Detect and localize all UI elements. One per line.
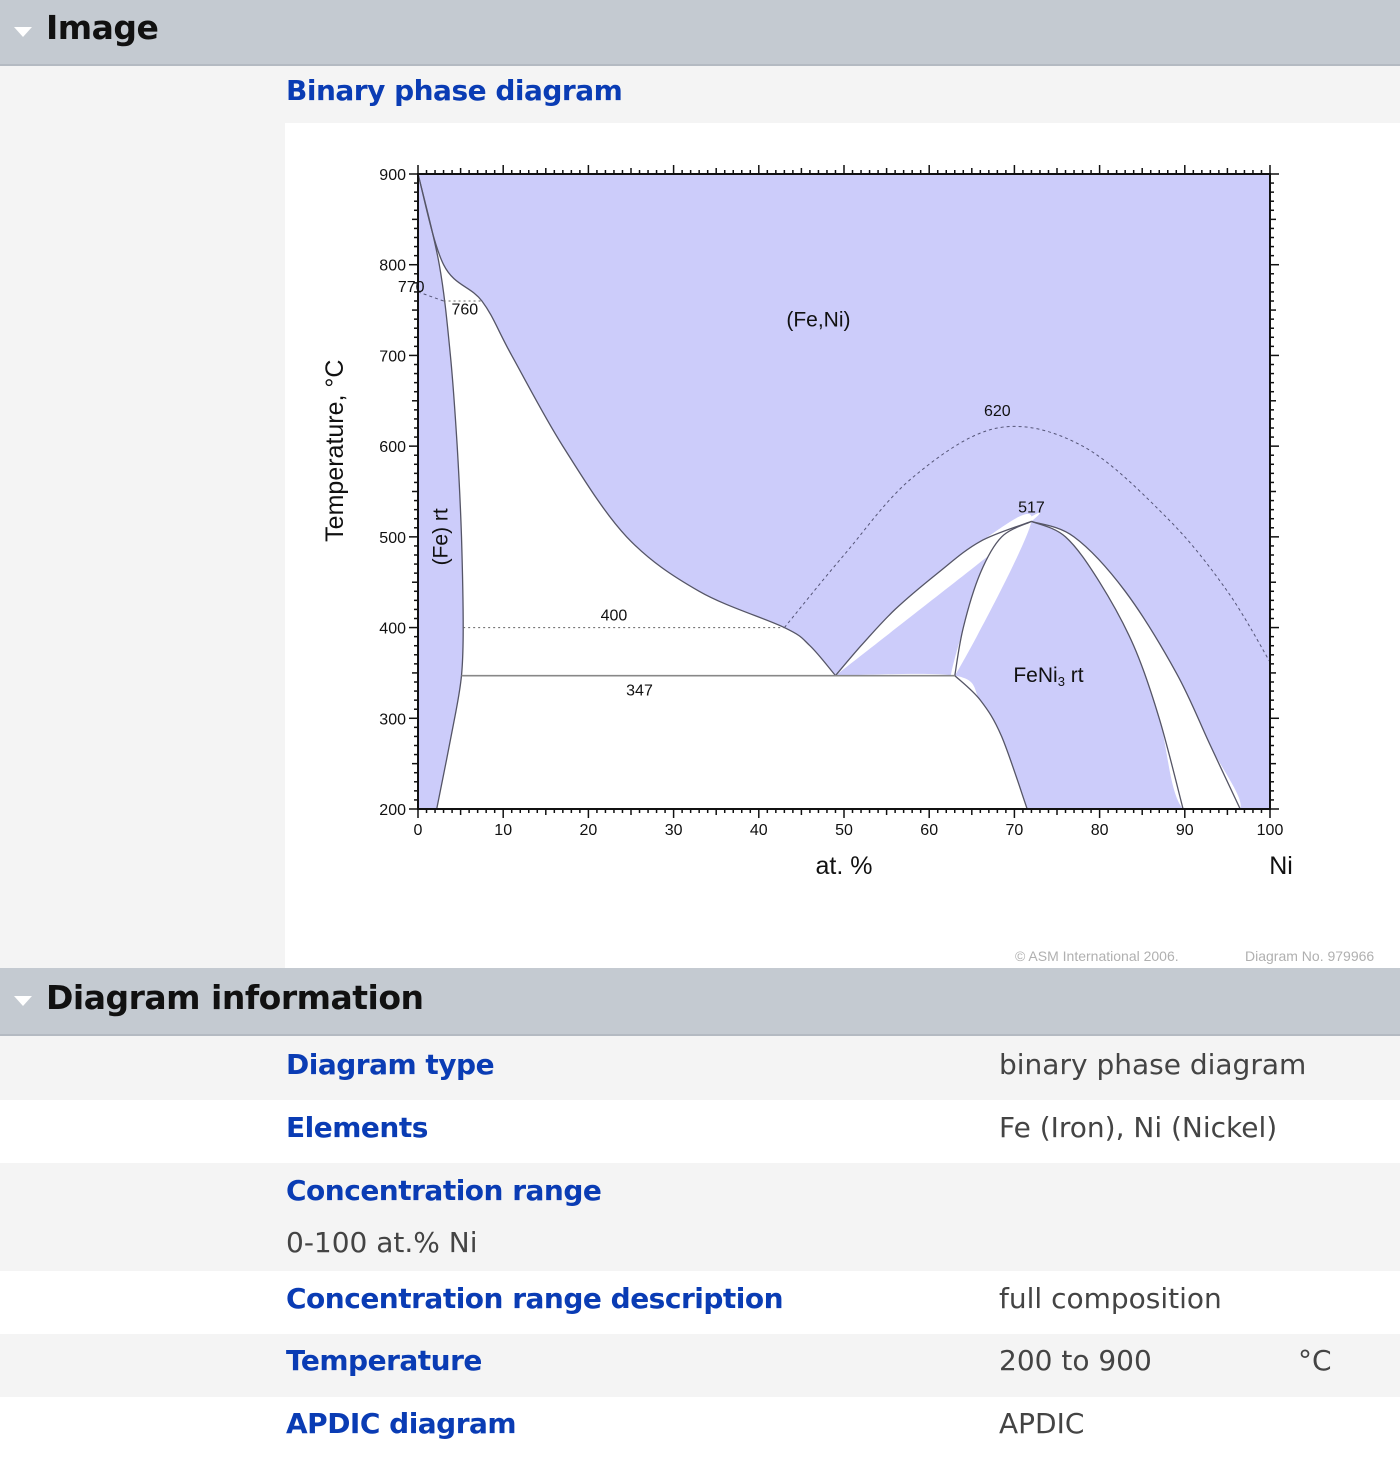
y-tick-label: 700 (379, 348, 406, 365)
x-tick-label: 30 (665, 822, 683, 839)
collapse-triangle-icon[interactable] (14, 27, 32, 37)
x-tick-label: 100 (1257, 822, 1284, 839)
y-axis-label: Temperature, °C (321, 360, 349, 542)
x-tick-label: 10 (494, 822, 512, 839)
y-tick-label: 500 (379, 530, 406, 547)
info-unit: °C (1298, 1344, 1332, 1377)
image-label[interactable]: Binary phase diagram (286, 74, 623, 107)
y-tick-label: 200 (379, 802, 406, 819)
annotation-347: 347 (626, 683, 653, 700)
info-label[interactable]: Diagram type (286, 1048, 495, 1081)
section-title: Diagram information (46, 978, 424, 1017)
info-row-elements: Elements Fe (Iron), Ni (Nickel) (0, 1100, 1400, 1163)
x-tick-label: 60 (920, 822, 938, 839)
info-value: 0-100 at.% Ni (286, 1226, 478, 1259)
x-tick-label: 80 (1091, 822, 1109, 839)
info-label[interactable]: Elements (286, 1111, 428, 1144)
phase-label-feni3-rt: FeNi3 rt (1013, 664, 1083, 689)
phase-diagram-image: 0 10 20 30 40 50 60 70 80 90 100 200 300 400 500 600 700… (285, 123, 1400, 968)
copyright-text: © ASM International 2006. (1015, 948, 1179, 964)
info-row-apdic-diagram: APDIC diagram APDIC (0, 1397, 1400, 1459)
x-tick-label: 20 (580, 822, 598, 839)
x-axis-label: at. % (816, 852, 873, 880)
info-value: 200 to 900 (999, 1344, 1152, 1377)
collapse-triangle-icon[interactable] (14, 996, 32, 1006)
info-row-concentration-range-description: Concentration range description full com… (0, 1271, 1400, 1334)
info-value: Fe (Iron), Ni (Nickel) (999, 1111, 1278, 1144)
y-tick-label: 800 (379, 258, 406, 275)
annotation-770: 770 (398, 279, 425, 296)
info-value: full composition (999, 1282, 1222, 1315)
x-tick-label: 70 (1006, 822, 1024, 839)
diagram-number: Diagram No. 979966 (1245, 948, 1375, 964)
info-label[interactable]: APDIC diagram (286, 1407, 517, 1440)
x-tick-label: 40 (750, 822, 768, 839)
info-row-diagram-type: Diagram type binary phase diagram (0, 1036, 1400, 1100)
info-value: APDIC (999, 1407, 1085, 1440)
section-header-diagram-information[interactable]: Diagram information (0, 968, 1400, 1036)
info-row-temperature: Temperature 200 to 900 °C (0, 1334, 1400, 1397)
annotation-517: 517 (1018, 499, 1045, 516)
info-row-concentration-range: Concentration range 0-100 at.% Ni (0, 1163, 1400, 1271)
info-label[interactable]: Concentration range (286, 1174, 602, 1207)
annotation-760: 760 (452, 302, 479, 319)
x-tick-label: 0 (414, 822, 423, 839)
section-title: Image (46, 8, 159, 47)
info-value: binary phase diagram (999, 1048, 1307, 1081)
x-tick-label: 90 (1176, 822, 1194, 839)
section-header-image[interactable]: Image (0, 0, 1400, 66)
y-tick-label: 600 (379, 439, 406, 456)
annotation-620: 620 (984, 403, 1011, 420)
y-tick-label: 900 (379, 167, 406, 184)
info-label[interactable]: Concentration range description (286, 1282, 784, 1315)
phase-label-fe-ni: (Fe,Ni) (786, 308, 850, 331)
phase-diagram-chart: 0 10 20 30 40 50 60 70 80 90 100 200 300 400 500 600 700… (321, 165, 1293, 880)
annotation-400: 400 (601, 607, 628, 624)
x-tick-label: 50 (835, 822, 853, 839)
phase-label-fe-rt: (Fe) rt (429, 508, 452, 565)
y-tick-label: 300 (379, 711, 406, 728)
x-axis-element-label: Ni (1269, 852, 1293, 880)
info-label[interactable]: Temperature (286, 1344, 482, 1377)
y-tick-label: 400 (379, 621, 406, 638)
